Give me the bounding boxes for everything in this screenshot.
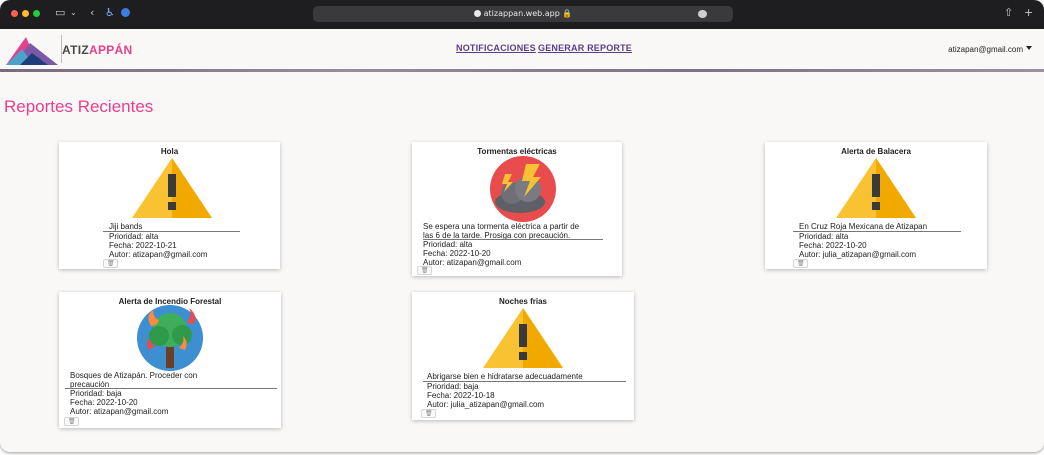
close-window-button[interactable] [11,10,18,17]
delete-button[interactable]: 🗑 [793,259,808,268]
delete-button[interactable]: 🗑 [417,266,432,275]
nav-generar-reporte[interactable]: GENERAR REPORTE [538,43,632,53]
report-author: Autor: julia_atizapan@gmail.com [427,400,545,409]
trash-icon: 🗑 [797,260,805,267]
forest-fire-icon [137,305,203,371]
report-date: Fecha: 2022-10-20 [799,241,867,250]
report-author: Autor: atizapan@gmail.com [109,250,208,259]
report-description: Se espera una tormenta eléctrica a parti… [423,222,580,240]
trash-icon: 🗑 [107,260,115,267]
delete-button[interactable]: 🗑 [64,417,79,426]
report-priority: Prioridad: baja [427,382,479,391]
header-divider [0,69,1044,72]
url-text: atizappan.web.app [483,9,560,18]
report-meta: Prioridad: alta Fecha: 2022-10-20 Autor:… [799,232,916,259]
warning-icon [483,308,563,368]
accessibility-icon[interactable]: ♿ [105,6,115,20]
nav-notificaciones[interactable]: NOTIFICACIONES [456,43,536,53]
warning-icon [836,158,916,218]
back-icon[interactable]: ‹ [90,6,94,20]
report-card: Hola Jiji bands Prioridad: alta Fecha: 2… [59,142,280,269]
globe-icon[interactable] [121,8,130,17]
report-date: Fecha: 2022-10-18 [427,391,495,400]
user-menu[interactable]: atizapan@gmail.com [948,45,1032,54]
report-title: Alerta de Balacera [841,147,911,156]
report-description: Abrigarse bien e hidratarse adecuadament… [427,372,583,381]
report-meta: Prioridad: baja Fecha: 2022-10-20 Autor:… [70,389,168,416]
report-priority: Prioridad: baja [70,389,122,398]
browser-window: ▭ ⌄ ‹ ♿ atizappan.web.app 🔒 ⇧ + ATIZAPPÁ… [0,0,1044,452]
report-card: Alerta de Balacera En Cruz Roja Mexicana… [765,142,987,269]
report-card: Alerta de Incendio Forestal Bosques de A… [59,292,281,428]
report-meta: Prioridad: alta Fecha: 2022-10-20 Autor:… [423,240,521,267]
browser-toolbar: ▭ ⌄ ‹ ♿ atizappan.web.app 🔒 ⇧ + [0,0,1044,29]
caret-down-icon [1026,46,1032,50]
user-email: atizapan@gmail.com [948,45,1023,54]
report-title: Hola [160,147,179,156]
report-meta: Prioridad: alta Fecha: 2022-10-21 Autor:… [109,232,207,259]
report-date: Fecha: 2022-10-20 [423,249,491,258]
report-priority: Prioridad: alta [799,232,849,241]
report-description: En Cruz Roja Mexicana de Atizapan [799,222,928,231]
report-priority: Prioridad: alta [109,232,159,241]
report-priority: Prioridad: alta [423,240,473,249]
report-date: Fecha: 2022-10-20 [70,398,138,407]
sidebar-icon[interactable]: ▭ [55,6,65,20]
lock-icon: 🔒 [562,9,573,18]
report-description: Jiji bands [109,222,143,231]
warning-icon [132,158,212,218]
share-icon[interactable]: ⇧ [1004,6,1013,20]
app-header: ATIZAPPÁN NOTIFICACIONES GENERAR REPORTE… [0,29,1044,69]
minimize-window-button[interactable] [22,10,29,17]
more-options-icon[interactable] [698,10,707,18]
report-card: Tormentas eléctricas Se espera una torme… [412,142,622,276]
trash-icon: 🗑 [425,410,433,417]
atizappan-logo[interactable] [4,33,60,69]
delete-button[interactable]: 🗑 [421,409,436,418]
address-bar[interactable]: atizappan.web.app 🔒 [313,6,733,22]
report-date: Fecha: 2022-10-21 [109,241,177,250]
chevron-down-icon[interactable]: ⌄ [70,6,77,20]
site-icon [473,10,481,17]
delete-button[interactable]: 🗑 [103,259,118,268]
new-tab-icon[interactable]: + [1024,6,1033,20]
report-author: Autor: julia_atizapan@gmail.com [799,250,917,259]
report-title: Noches frias [498,297,548,306]
report-author: Autor: atizapan@gmail.com [70,407,169,416]
trash-icon: 🗑 [421,267,429,274]
page-title: Reportes Recientes [4,97,154,116]
brand-name[interactable]: ATIZAPPÁN [62,43,133,57]
report-card: Noches frias Abrigarse bien e hidratarse… [412,292,634,420]
trash-icon: 🗑 [68,418,76,425]
zoom-window-button[interactable] [33,10,40,17]
report-description: Bosques de Atizapán. Proceder con precau… [70,371,198,389]
storm-icon [490,156,556,222]
report-meta: Prioridad: baja Fecha: 2022-10-18 Autor:… [427,382,544,409]
report-author: Autor: atizapan@gmail.com [423,258,522,267]
